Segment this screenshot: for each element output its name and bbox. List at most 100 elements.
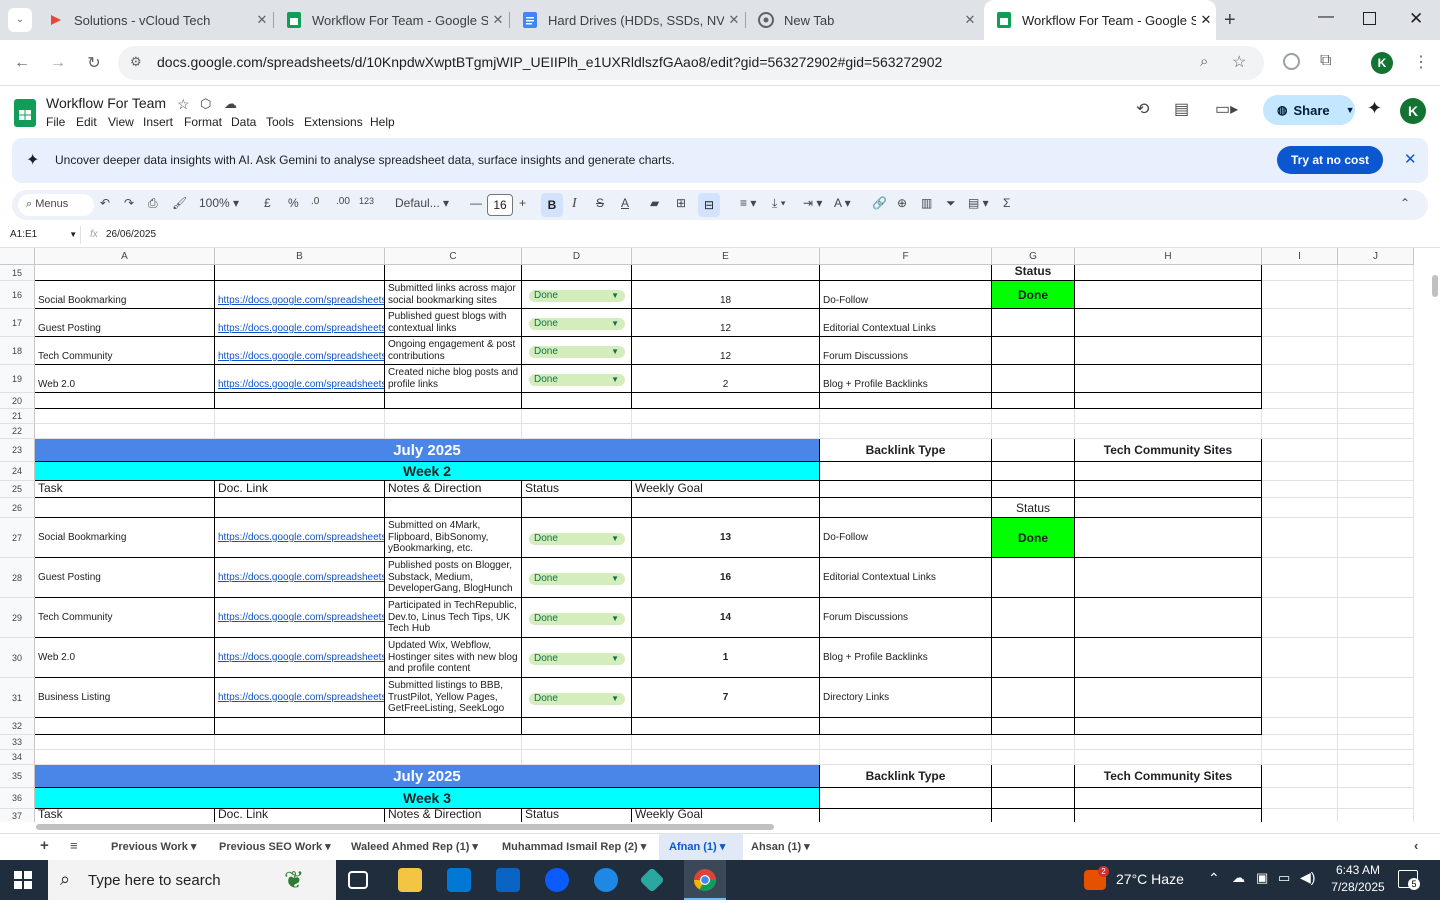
empty-cell[interactable] <box>820 393 992 409</box>
empty-cell[interactable] <box>1075 558 1262 598</box>
menu-tools[interactable]: Tools <box>266 115 294 129</box>
column-header-c[interactable]: C <box>385 248 522 265</box>
empty-cell[interactable] <box>1262 765 1338 788</box>
sheet-tab-previous-seo-work[interactable]: Previous SEO Work ▾ <box>219 840 331 853</box>
empty-cell[interactable] <box>1338 518 1414 558</box>
menu-data[interactable]: Data <box>231 115 256 129</box>
browser-tab-3[interactable]: Hard Drives (HDDs, SSDs, NVMe ✕ <box>510 0 744 40</box>
status-dropdown[interactable]: Done ▼ <box>529 573 625 585</box>
empty-cell[interactable] <box>1075 462 1262 481</box>
empty-cell[interactable] <box>1338 365 1414 393</box>
empty-cell[interactable] <box>1075 424 1262 439</box>
collapse-sheet-list-icon[interactable]: ‹ <box>1414 838 1418 853</box>
store-icon[interactable] <box>447 868 471 892</box>
empty-cell[interactable] <box>1262 337 1338 365</box>
column-label[interactable]: Task <box>35 481 215 498</box>
notes-cell[interactable]: Created niche blog posts and profile lin… <box>385 365 522 393</box>
empty-cell[interactable] <box>632 735 820 750</box>
zoom-icon[interactable]: ⌕ <box>1200 53 1208 70</box>
empty-cell[interactable] <box>1338 409 1414 424</box>
weekly-goal-cell[interactable]: 12 <box>632 337 820 365</box>
empty-cell[interactable] <box>1338 424 1414 439</box>
empty-cell[interactable] <box>1075 393 1262 409</box>
empty-cell[interactable] <box>522 265 632 281</box>
backlink-type-cell[interactable]: Forum Discussions <box>820 598 992 638</box>
empty-cell[interactable] <box>1338 498 1414 518</box>
week-header[interactable]: Week 2 <box>35 462 820 481</box>
close-icon[interactable]: ✕ <box>252 12 272 28</box>
notes-cell[interactable]: Submitted on 4Mark, Flipboard, BibSonomy… <box>385 518 522 558</box>
empty-cell[interactable] <box>1262 718 1338 735</box>
empty-cell[interactable] <box>522 424 632 439</box>
empty-cell[interactable] <box>1338 809 1414 822</box>
filter-icon[interactable]: ⏷ <box>946 196 956 211</box>
empty-cell[interactable] <box>820 462 992 481</box>
empty-cell[interactable] <box>1338 337 1414 365</box>
column-header-e[interactable]: E <box>632 248 820 265</box>
empty-cell[interactable] <box>992 424 1075 439</box>
notes-cell[interactable]: Participated in TechRepublic, Dev.to, Li… <box>385 598 522 638</box>
task-cell[interactable]: Guest Posting <box>35 558 215 598</box>
row-header[interactable]: 34 <box>0 750 35 765</box>
empty-cell[interactable] <box>1338 750 1414 765</box>
scroll-thumb[interactable] <box>1432 275 1438 297</box>
empty-cell[interactable] <box>385 409 522 424</box>
notes-cell[interactable]: Updated Wix, Webflow, Hostinger sites wi… <box>385 638 522 678</box>
empty-cell[interactable] <box>35 750 215 765</box>
window-close-icon[interactable]: ✕ <box>1409 9 1423 29</box>
menu-help[interactable]: Help <box>370 115 395 129</box>
vertical-scrollbar[interactable] <box>1430 265 1440 822</box>
empty-cell[interactable] <box>385 498 522 518</box>
row-header[interactable]: 37 <box>0 809 35 822</box>
column-label[interactable]: Status <box>522 481 632 498</box>
move-icon[interactable]: ⬡ <box>200 96 211 112</box>
empty-cell[interactable] <box>1338 481 1414 498</box>
empty-cell[interactable] <box>992 409 1075 424</box>
empty-cell[interactable] <box>1338 718 1414 735</box>
cloud-status-icon[interactable]: ☁ <box>224 96 237 112</box>
bold-button[interactable]: B <box>541 193 563 217</box>
community-sites-header[interactable]: Tech Community Sites <box>1075 439 1262 462</box>
browser-tab-2[interactable]: Workflow For Team - Google Sh ✕ <box>274 0 508 40</box>
empty-cell[interactable] <box>1338 309 1414 337</box>
empty-cell[interactable] <box>632 498 820 518</box>
empty-cell[interactable] <box>1075 518 1262 558</box>
decrease-font-icon[interactable]: — <box>470 196 482 210</box>
backlink-type-cell[interactable]: Editorial Contextual Links <box>820 309 992 337</box>
back-icon[interactable]: ← <box>9 50 35 76</box>
notes-cell[interactable]: Ongoing engagement & post contributions <box>385 337 522 365</box>
empty-cell[interactable] <box>1262 424 1338 439</box>
row-header[interactable]: 16 <box>0 281 35 309</box>
row-header[interactable]: 21 <box>0 409 35 424</box>
empty-cell[interactable] <box>1338 765 1414 788</box>
empty-cell[interactable] <box>1262 462 1338 481</box>
weekly-goal-cell[interactable]: 16 <box>632 558 820 598</box>
empty-cell[interactable] <box>35 265 215 281</box>
row-header[interactable]: 22 <box>0 424 35 439</box>
extensions-icon[interactable]: ⧉ <box>1320 52 1331 70</box>
status-dropdown[interactable]: Done ▼ <box>529 613 625 625</box>
empty-cell[interactable] <box>820 265 992 281</box>
empty-cell[interactable] <box>1338 788 1414 809</box>
empty-cell[interactable] <box>1262 638 1338 678</box>
backlink-type-cell[interactable]: Editorial Contextual Links <box>820 558 992 598</box>
empty-cell[interactable] <box>1262 678 1338 718</box>
empty-cell[interactable] <box>632 409 820 424</box>
empty-cell[interactable] <box>1338 598 1414 638</box>
empty-cell[interactable] <box>820 409 992 424</box>
close-icon[interactable]: ✕ <box>488 12 508 28</box>
share-button[interactable]: ◍ Share ▼ <box>1263 95 1355 125</box>
sheet-tab-muhammad[interactable]: Muhammad Ismail Rep (2) ▾ <box>502 840 646 853</box>
windows-start-icon[interactable] <box>14 871 32 892</box>
weather-text[interactable]: 27°C Haze <box>1116 871 1184 887</box>
row-header[interactable]: 28 <box>0 558 35 598</box>
star-icon[interactable]: ☆ <box>177 96 190 113</box>
menu-format[interactable]: Format <box>184 115 222 129</box>
empty-cell[interactable] <box>992 337 1075 365</box>
row-header[interactable]: 17 <box>0 309 35 337</box>
text-wrap-icon[interactable]: ⇥ ▾ <box>803 196 822 210</box>
zoom-select[interactable]: 100% ▾ <box>199 196 239 210</box>
globe-icon[interactable] <box>1283 53 1300 70</box>
status-dropdown[interactable]: Done ▼ <box>529 346 625 358</box>
row-header[interactable]: 27 <box>0 518 35 558</box>
